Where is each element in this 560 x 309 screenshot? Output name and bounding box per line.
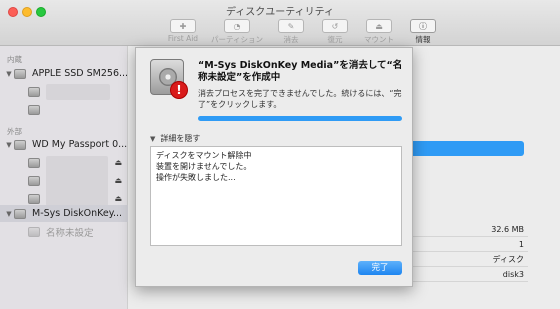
volume-icon <box>28 193 40 204</box>
disclosure-triangle-icon[interactable]: ▼ <box>4 70 14 78</box>
sidebar-item-external-disk[interactable]: ▼ WD My Passport 0... <box>0 136 128 153</box>
volume-icon <box>28 86 40 97</box>
info-label: 情報 <box>415 35 431 44</box>
stethoscope-icon: ✚ <box>170 19 196 33</box>
redacted-label <box>46 156 108 206</box>
partition-icon: ◔ <box>224 19 250 33</box>
disk-utility-window: ディスクユーティリティ ✚ First Aid ◔ パーティション ✎ 消去 ↺… <box>0 0 560 309</box>
erase-sheet-dialog: ! “M-Sys DiskOnKey Media”を消去して“名称未設定”を作成… <box>135 47 413 287</box>
volume-icon <box>28 226 40 237</box>
eject-icon[interactable]: ⏏ <box>114 194 122 203</box>
usage-bar <box>408 141 524 156</box>
sidebar-item-label: 名称未設定 <box>46 227 94 239</box>
title-bar: ディスクユーティリティ ✚ First Aid ◔ パーティション ✎ 消去 ↺… <box>0 0 560 46</box>
mount-icon: ⏏ <box>366 19 392 33</box>
eject-icon[interactable]: ⏏ <box>114 176 122 185</box>
sidebar-item-label: APPLE SSD SM256... <box>31 68 128 79</box>
erase-label: 消去 <box>283 35 299 44</box>
volume-icon <box>28 104 40 115</box>
sidebar-item-label: WD My Passport 0... <box>32 139 128 150</box>
partition-label: パーティション <box>210 35 264 44</box>
restore-icon: ↺ <box>322 19 348 33</box>
restore-button[interactable]: ↺ 復元 <box>316 19 354 45</box>
info-button[interactable]: ⓘ 情報 <box>404 19 442 45</box>
window-title: ディスクユーティリティ <box>225 7 335 18</box>
redacted-label <box>46 84 110 100</box>
erase-icon: ✎ <box>278 19 304 33</box>
first-aid-label: First Aid <box>167 34 199 43</box>
info-icon: ⓘ <box>410 19 436 33</box>
details-toggle[interactable]: ▼ 詳細を隠す <box>150 133 200 144</box>
type-value: ディスク <box>408 252 528 267</box>
hard-disk-icon <box>14 139 26 150</box>
log-line: ディスクをマウント解除中 <box>156 151 252 160</box>
details-log[interactable]: ディスクをマウント解除中 装置を開けませんでした。 操作が失敗しました... <box>150 146 402 246</box>
dialog-message: 消去プロセスを完了できませんでした。続けるには、“完了”をクリックします。 <box>198 89 402 109</box>
mount-label: マウント <box>364 35 394 44</box>
capacity-value: 32.6 MB <box>408 222 528 237</box>
internal-section-header: 内蔵 <box>7 55 22 64</box>
restore-label: 復元 <box>327 35 343 44</box>
disclosure-triangle-icon[interactable]: ▼ <box>4 141 14 149</box>
hard-disk-icon <box>14 208 26 219</box>
log-line: 操作が失敗しました... <box>156 173 236 182</box>
sidebar-item-label: M-Sys DiskOnKey... <box>32 208 123 219</box>
progress-bar <box>198 116 402 121</box>
device-value: disk3 <box>408 267 528 282</box>
disclosure-triangle-icon[interactable]: ▼ <box>4 210 14 218</box>
partition-button[interactable]: ◔ パーティション <box>208 19 266 45</box>
sidebar-item-selected-volume[interactable]: 名称未設定 <box>0 223 128 240</box>
alert-icon: ! <box>170 81 188 99</box>
done-button[interactable]: 完了 <box>358 261 402 275</box>
disclosure-triangle-icon: ▼ <box>150 134 156 143</box>
eject-icon[interactable]: ⏏ <box>114 158 122 167</box>
dialog-title: “M-Sys DiskOnKey Media”を消去して“名称未設定”を作成中 <box>198 60 403 83</box>
sidebar-item-internal-disk[interactable]: ▼ APPLE SSD SM256... <box>0 65 128 82</box>
sidebar-item-internal-volume-2[interactable] <box>0 101 128 118</box>
sidebar: 内蔵 ▼ APPLE SSD SM256... 外部 ▼ WD My Passp… <box>0 46 128 309</box>
sidebar-item-selected-disk[interactable]: ▼ M-Sys DiskOnKey... <box>0 205 128 222</box>
volume-icon <box>28 157 40 168</box>
erase-button[interactable]: ✎ 消去 <box>272 19 310 45</box>
first-aid-button[interactable]: ✚ First Aid <box>164 19 202 45</box>
info-table: 32.6 MB 1 ディスク disk3 <box>408 222 528 282</box>
mount-button[interactable]: ⏏ マウント <box>360 19 398 45</box>
volume-icon <box>28 175 40 186</box>
child-count-value: 1 <box>408 237 528 252</box>
hard-disk-icon <box>13 68 26 79</box>
details-toggle-label: 詳細を隠す <box>160 134 201 143</box>
toolbar: ✚ First Aid ◔ パーティション ✎ 消去 ↺ 復元 ⏏ マウント ⓘ… <box>164 19 448 45</box>
log-line: 装置を開けませんでした。 <box>156 162 252 171</box>
